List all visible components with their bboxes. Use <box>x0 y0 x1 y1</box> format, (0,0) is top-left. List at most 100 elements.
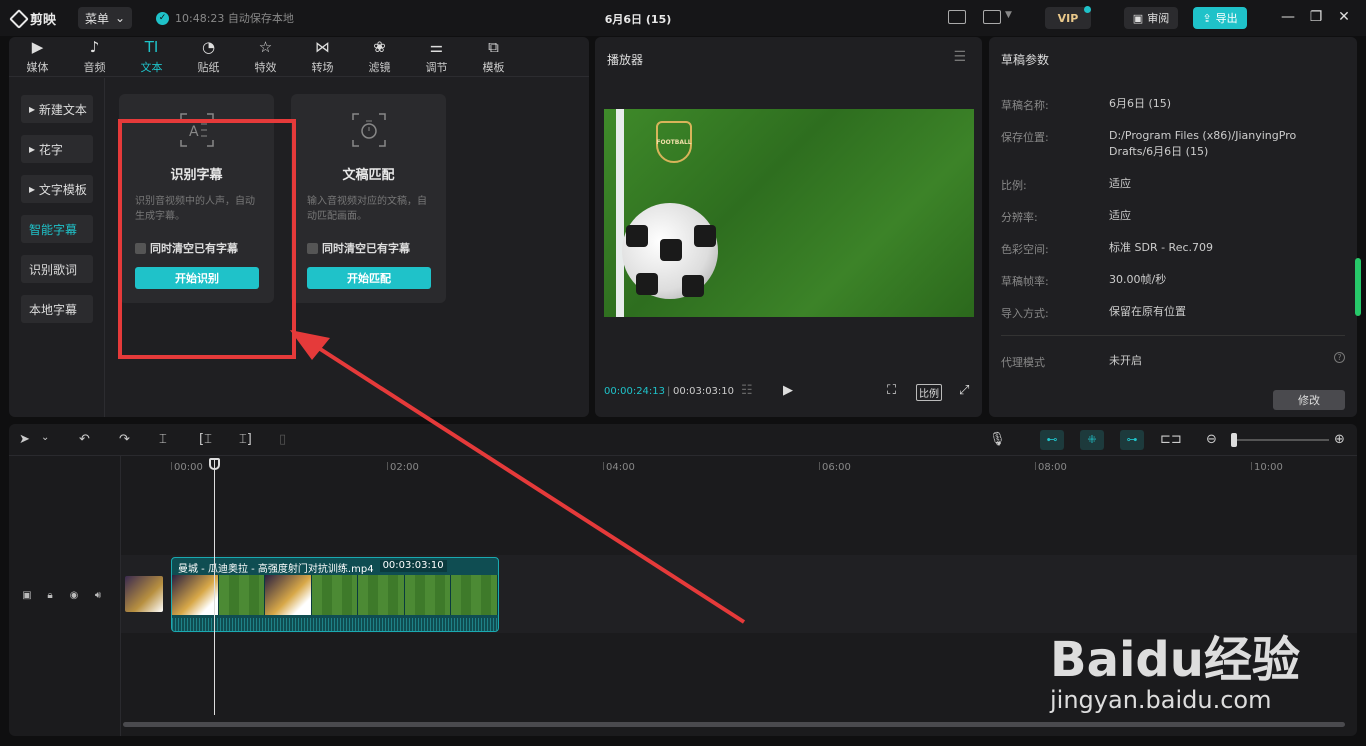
ball-patch <box>636 273 658 295</box>
clear-subtitles-checkbox[interactable]: 同时清空已有字幕 <box>307 240 410 256</box>
tab-adjust[interactable]: ⚌ 调节 <box>408 37 465 76</box>
tab-effect[interactable]: ☆ 特效 <box>237 37 294 76</box>
video-preview[interactable]: FOOTBALL <box>604 109 974 317</box>
eye-icon[interactable]: ◉ <box>67 590 81 602</box>
sidebar-item-new-text[interactable]: ▸ 新建文本 <box>21 95 93 123</box>
clip-thumbnail <box>172 575 219 615</box>
time-separator: | <box>667 386 671 397</box>
expand-icon[interactable]: ⤢ <box>959 383 969 398</box>
link-icon[interactable]: ⊶ <box>1120 430 1144 450</box>
delete-icon[interactable]: ▯ <box>279 432 286 447</box>
tab-label: 调节 <box>425 60 448 74</box>
save-path-value: D:/Program Files (x86)/JianyingPro Draft… <box>1109 129 1297 158</box>
tab-filter[interactable]: ❀ 滤镜 <box>351 37 408 76</box>
clip-name: 曼城 - 瓜迪奥拉 - 高强度射门对抗训练.mp4 <box>178 564 374 575</box>
ruler-tick <box>1251 462 1252 470</box>
zoom-slider-handle[interactable] <box>1231 433 1237 447</box>
ruler-label: 02:00 <box>390 462 419 473</box>
draft-params-panel: 草稿参数 草稿名称: 6月6日 (15) 保存位置: D:/Program Fi… <box>989 37 1357 417</box>
tab-audio[interactable]: ♪ 音频 <box>66 37 123 76</box>
effect-icon: ☆ <box>258 37 273 56</box>
video-clip[interactable]: 曼城 - 瓜迪奥拉 - 高强度射门对抗训练.mp4 00:03:03:10 <box>171 557 499 632</box>
play-icon[interactable]: ▶ <box>783 383 793 398</box>
zoom-in-icon[interactable]: ⊕ <box>1334 432 1345 447</box>
tab-text[interactable]: TI 文本 <box>123 37 180 76</box>
track-cover-icon[interactable]: ▣ <box>20 590 34 602</box>
auto-snap-icon[interactable]: ⁜ <box>1080 430 1104 450</box>
player-title: 播放器 <box>607 53 644 67</box>
playhead[interactable] <box>214 460 215 715</box>
sidebar-item-smart-subtitle[interactable]: 智能字幕 <box>21 215 93 243</box>
sidebar-item-local-subtitle[interactable]: 本地字幕 <box>21 295 93 323</box>
tab-media[interactable]: ▶ 媒体 <box>9 37 66 76</box>
color-space-label: 色彩空间: <box>1001 243 1049 256</box>
volume-icon[interactable]: 🔊︎ <box>91 590 105 602</box>
checkbox-label: 同时清空已有字幕 <box>322 242 410 255</box>
ratio-value: 适应 <box>1109 177 1131 190</box>
draft-params-title: 草稿参数 <box>1001 53 1050 67</box>
select-cursor-icon[interactable]: ➤ <box>19 432 30 447</box>
audio-waveform <box>172 618 498 631</box>
player-panel: 播放器 ☰ FOOTBALL 00:00:24:13 | 00:03:03:10… <box>595 37 982 417</box>
ruler-label: 00:00 <box>174 462 203 473</box>
clip-thumbnail <box>451 575 498 615</box>
clip-thumbnails <box>172 575 498 615</box>
import-mode-label: 导入方式: <box>1001 307 1049 320</box>
minimize-icon[interactable]: — <box>1278 9 1298 25</box>
ruler-label: 04:00 <box>606 462 635 473</box>
start-match-button[interactable]: 开始匹配 <box>307 267 431 289</box>
close-icon[interactable]: ✕ <box>1334 9 1354 25</box>
import-mode-value: 保留在原有位置 <box>1109 305 1186 318</box>
export-button[interactable]: ⇪ 导出 <box>1193 7 1247 29</box>
keyboard-icon[interactable] <box>948 10 966 24</box>
redo-icon[interactable]: ↷ <box>119 432 130 447</box>
preview-axis-icon[interactable]: ⊏⊐ <box>1160 432 1182 447</box>
export-icon: ⇪ <box>1202 11 1212 25</box>
baidu-jingyan-logo: Baidu经验 <box>1050 632 1300 688</box>
sidebar-item-label: 智能字幕 <box>29 222 78 237</box>
lock-icon[interactable]: 🔒︎ <box>43 590 57 602</box>
tab-transition[interactable]: ⋈ 转场 <box>294 37 351 76</box>
sidebar-item-fancy-text[interactable]: ▸ 花字 <box>21 135 93 163</box>
undo-icon[interactable]: ↶ <box>79 432 90 447</box>
soccer-ball <box>622 203 718 299</box>
export-label: 导出 <box>1215 12 1238 25</box>
script-match-card: 文稿匹配 输入音视频对应的文稿，自动匹配画面。 同时清空已有字幕 开始匹配 <box>291 94 446 303</box>
clip-thumbnail <box>358 575 405 615</box>
chevron-down-icon[interactable]: ⌄ <box>41 432 49 443</box>
frame-rate-value: 30.00帧/秒 <box>1109 273 1167 286</box>
timeline-toolbar: ➤ ⌄ ↶ ↷ ⌶ [⌶ ⌶] ▯ 🎙 ⊷ ⁜ ⊶ ⊏⊐ ⊖ ⊕ <box>9 424 1357 456</box>
layout-icon[interactable] <box>983 10 1001 24</box>
audio-icon: ♪ <box>89 37 100 56</box>
text-icon: TI <box>144 37 159 56</box>
zoom-slider-track[interactable] <box>1237 439 1329 441</box>
split-icon[interactable]: ⌶ <box>159 432 167 447</box>
trim-right-icon[interactable]: ⌶] <box>239 432 252 447</box>
ruler-label: 08:00 <box>1038 462 1067 473</box>
microphone-icon[interactable]: 🎙 <box>989 432 1006 447</box>
tab-template[interactable]: ⧉ 模板 <box>465 37 522 76</box>
main-track-magnet-icon[interactable]: ⊷ <box>1040 430 1064 450</box>
trim-left-icon[interactable]: [⌶ <box>199 432 212 447</box>
menu-icon[interactable]: ☰ <box>953 49 966 65</box>
layout-chevron-icon[interactable]: ▼ <box>1005 10 1012 20</box>
tab-sticker[interactable]: ◔ 贴纸 <box>180 37 237 76</box>
script-match-icon <box>352 113 386 147</box>
ruler-tick <box>1035 462 1036 470</box>
ratio-button[interactable]: 比例 <box>916 384 942 401</box>
sidebar-item-text-template[interactable]: ▸ 文字模板 <box>21 175 93 203</box>
ratio-label: 比例: <box>1001 179 1027 192</box>
zoom-out-icon[interactable]: ⊖ <box>1206 432 1217 447</box>
sticker-icon: ◔ <box>201 37 216 56</box>
vip-notification-dot <box>1084 6 1091 13</box>
timeline-grid-icon[interactable]: ☷ <box>741 383 753 398</box>
sidebar-item-lyrics[interactable]: 识别歌词 <box>21 255 93 283</box>
fullscreen-focus-icon[interactable]: ⛶ <box>887 383 896 398</box>
help-icon[interactable]: ? <box>1334 352 1345 363</box>
tab-label: 文本 <box>140 60 163 74</box>
restore-icon[interactable]: ❐ <box>1306 9 1326 25</box>
modify-button[interactable]: 修改 <box>1273 390 1345 410</box>
review-button[interactable]: ▣ 审阅 <box>1124 7 1178 29</box>
current-time: 00:00:24:13 <box>604 386 666 397</box>
track-cover-thumbnail[interactable] <box>125 576 163 612</box>
